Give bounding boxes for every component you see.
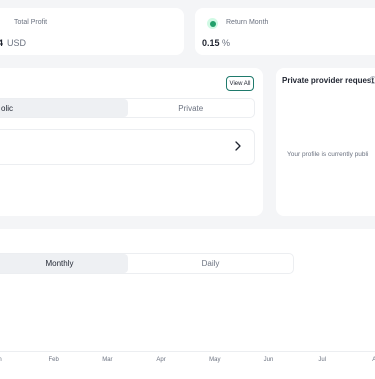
x-tick-label: Jun xyxy=(263,357,274,363)
chevron-right-icon xyxy=(235,141,241,151)
tab-monthly[interactable]: Monthly xyxy=(0,254,128,273)
tab-private[interactable]: Private xyxy=(128,99,255,117)
return-month-unit: % xyxy=(222,38,231,48)
chart-x-axis xyxy=(0,351,375,352)
return-month-card: Return Month 0.15 % xyxy=(195,8,375,55)
total-profit-value: 4 xyxy=(0,38,4,48)
x-tick-label: May xyxy=(209,357,221,363)
period-tabs: Monthly Daily xyxy=(0,253,294,274)
total-profit-card: Total Profit 4 USD xyxy=(0,8,184,55)
tab-daily[interactable]: Daily xyxy=(128,254,293,273)
x-tick-label: Feb xyxy=(48,357,59,363)
private-request-message: Your profile is currently publi xyxy=(287,151,369,158)
x-tick-label: Mar xyxy=(102,357,113,363)
tab-public[interactable]: olic xyxy=(0,99,128,117)
info-icon[interactable] xyxy=(369,76,375,84)
x-tick-label: Jul xyxy=(318,357,327,363)
providers-card: View All olic Private xyxy=(0,68,263,216)
return-month-label: Return Month xyxy=(226,19,269,26)
view-all-button[interactable]: View All xyxy=(226,76,254,91)
provider-list-item[interactable] xyxy=(0,129,255,165)
total-profit-label: Total Profit xyxy=(14,19,48,26)
return-month-value: 0.15 xyxy=(202,38,220,48)
x-tick-label: n xyxy=(0,357,2,363)
private-request-card: Private provider request Your profile is… xyxy=(276,68,375,216)
performance-chart-card: Monthly Daily nFebMarAprMayJunJulAu xyxy=(0,229,375,379)
total-profit-unit: USD xyxy=(7,38,27,48)
provider-type-tabs: olic Private xyxy=(0,98,255,118)
status-dot-icon xyxy=(207,18,218,29)
x-tick-label: Apr xyxy=(156,357,166,363)
private-request-title: Private provider request xyxy=(282,76,375,85)
